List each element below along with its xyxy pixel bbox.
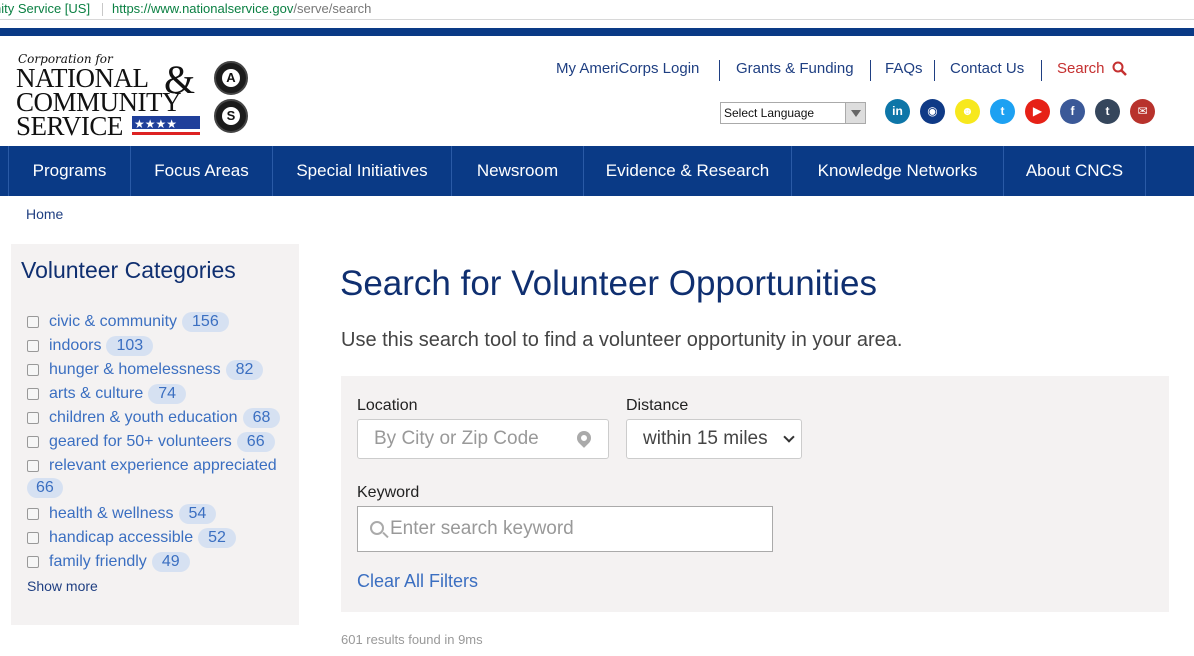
- count-badge: 66: [236, 432, 275, 452]
- count-badge: 156: [182, 312, 229, 332]
- distance-value: within 15 miles: [643, 428, 768, 449]
- browser-address-bar[interactable]: nity Service [US] https://www.nationalse…: [0, 0, 1194, 20]
- category-label[interactable]: arts & culture: [49, 385, 143, 402]
- distance-label: Distance: [626, 397, 689, 414]
- login-link[interactable]: My AmeriCorps Login: [556, 60, 699, 77]
- sidebar-title: Volunteer Categories: [21, 257, 236, 283]
- category-label[interactable]: geared for 50+ volunteers: [49, 433, 232, 450]
- keyword-placeholder: Enter search keyword: [390, 518, 574, 539]
- svg-text:★★★★: ★★★★: [134, 117, 177, 131]
- count-badge: 54: [178, 504, 217, 524]
- tumblr-icon[interactable]: t: [1095, 99, 1120, 124]
- category-label[interactable]: children & youth education: [49, 409, 238, 426]
- category-checkbox[interactable]: [27, 388, 39, 400]
- category-label[interactable]: indoors: [49, 337, 101, 354]
- faqs-link[interactable]: FAQs: [885, 60, 923, 77]
- location-input[interactable]: By City or Zip Code: [357, 419, 609, 459]
- category-checkbox[interactable]: [27, 508, 39, 520]
- count-badge: 74: [148, 384, 187, 404]
- logo-line-service: SERVICE: [16, 111, 123, 141]
- nav-special-initiatives[interactable]: Special Initiatives: [273, 146, 452, 196]
- url-host: https://www.nationalservice.gov: [112, 1, 294, 16]
- cncs-logo[interactable]: Corporation for NATIONAL & COMMUNITY SER…: [16, 52, 256, 141]
- nav-evidence-research[interactable]: Evidence & Research: [584, 146, 792, 196]
- top-stripe: [0, 28, 1194, 36]
- count-badge: 49: [151, 552, 190, 572]
- search-icon: [370, 521, 384, 535]
- show-more-link[interactable]: Show more: [27, 578, 98, 594]
- search-link-label: Search: [1057, 60, 1105, 77]
- count-badge: 68: [242, 408, 281, 428]
- snapchat-icon[interactable]: ☻: [955, 99, 980, 124]
- seal-letter: S: [222, 107, 240, 125]
- sidebar-filters: Volunteer Categories civic & community 15…: [11, 244, 299, 625]
- category-checkbox[interactable]: [27, 364, 39, 376]
- location-label: Location: [357, 397, 418, 414]
- distance-select[interactable]: within 15 miles: [626, 419, 802, 459]
- map-pin-icon[interactable]: [574, 428, 594, 448]
- nav-programs[interactable]: Programs: [8, 146, 131, 196]
- category-checkbox[interactable]: [27, 532, 39, 544]
- breadcrumb: Home: [26, 206, 63, 222]
- count-badge: 52: [198, 528, 236, 548]
- keyword-input[interactable]: Enter search keyword: [357, 506, 773, 552]
- facebook-icon[interactable]: f: [1060, 99, 1085, 124]
- url-path: /serve/search: [293, 1, 372, 16]
- page-title: Search for Volunteer Opportunities: [340, 264, 877, 303]
- seal-letter: A: [222, 69, 240, 87]
- address-divider: [102, 3, 103, 16]
- nav-about-cncs[interactable]: About CNCS: [1004, 146, 1146, 196]
- category-checkbox[interactable]: [27, 412, 39, 424]
- intro-text: Use this search tool to find a volunteer…: [341, 329, 903, 351]
- senior-corps-seal-icon: S: [214, 99, 248, 133]
- nav-divider: [934, 60, 935, 81]
- category-label[interactable]: family friendly: [49, 553, 147, 570]
- nav-divider: [870, 60, 871, 81]
- nav-divider: [1041, 60, 1042, 81]
- nav-focus-areas[interactable]: Focus Areas: [131, 146, 273, 196]
- nav-newsroom[interactable]: Newsroom: [452, 146, 584, 196]
- category-label[interactable]: hunger & homelessness: [49, 361, 221, 378]
- twitter-icon[interactable]: t: [990, 99, 1015, 124]
- site-identity[interactable]: nity Service [US]: [0, 0, 90, 18]
- category-label[interactable]: health & wellness: [49, 505, 174, 522]
- category-checkbox[interactable]: [27, 460, 39, 472]
- main-nav: Programs Focus Areas Special Initiatives…: [0, 146, 1194, 196]
- grants-link[interactable]: Grants & Funding: [736, 60, 854, 77]
- count-badge: 82: [225, 360, 264, 380]
- americorps-seal-icon: A: [214, 61, 248, 95]
- linkedin-icon[interactable]: in: [885, 99, 910, 124]
- category-checkbox[interactable]: [27, 316, 39, 328]
- count-badge: 66: [27, 478, 63, 498]
- language-select-value: Select Language: [724, 106, 815, 120]
- category-label[interactable]: civic & community: [49, 313, 177, 330]
- instagram-icon[interactable]: ◉: [920, 99, 945, 124]
- search-panel: Location By City or Zip Code Distance wi…: [341, 376, 1169, 612]
- category-label[interactable]: handicap accessible: [49, 529, 193, 546]
- email-icon[interactable]: ✉: [1130, 99, 1155, 124]
- url-field[interactable]: https://www.nationalservice.gov/serve/se…: [112, 0, 371, 18]
- location-placeholder: By City or Zip Code: [374, 428, 539, 449]
- flag-stars-icon: ★★★★: [132, 116, 200, 135]
- nav-knowledge-networks[interactable]: Knowledge Networks: [792, 146, 1004, 196]
- chevron-down-icon: [783, 431, 795, 443]
- keyword-label: Keyword: [357, 484, 420, 501]
- clear-filters-link[interactable]: Clear All Filters: [357, 571, 478, 592]
- nav-divider: [719, 60, 720, 81]
- category-checkbox[interactable]: [27, 556, 39, 568]
- category-label[interactable]: relevant experience appreciated: [49, 455, 277, 477]
- results-count: 601 results found in 9ms: [341, 632, 483, 647]
- category-checkbox[interactable]: [27, 436, 39, 448]
- youtube-icon[interactable]: ▶: [1025, 99, 1050, 124]
- chevron-down-icon: [845, 103, 865, 123]
- breadcrumb-home[interactable]: Home: [26, 206, 63, 222]
- search-icon: [1112, 61, 1127, 76]
- language-select[interactable]: Select Language: [720, 102, 866, 124]
- search-link[interactable]: Search: [1057, 60, 1128, 77]
- contact-link[interactable]: Contact Us: [950, 60, 1024, 77]
- category-checkbox[interactable]: [27, 340, 39, 352]
- count-badge: 103: [106, 336, 154, 356]
